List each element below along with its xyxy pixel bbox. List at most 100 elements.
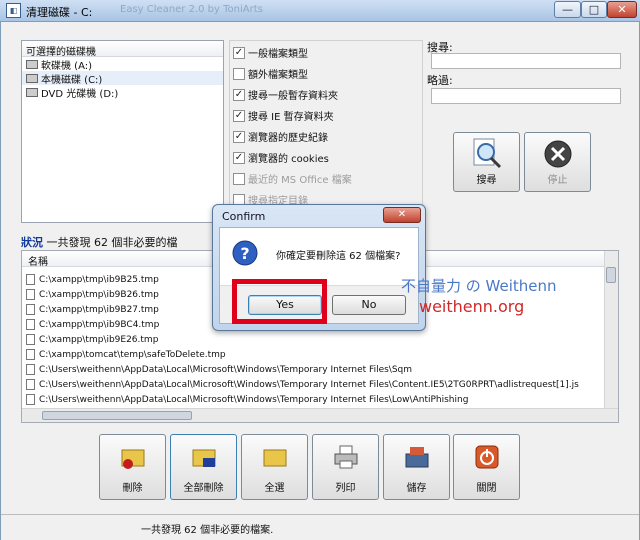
checkbox[interactable]: ✓ xyxy=(233,88,245,101)
file-path: C:\xampp\tomcat\temp\safeToDelete.tmp xyxy=(39,349,226,360)
file-path: C:\Users\weithenn\AppData\Local\Microsof… xyxy=(39,394,469,405)
maximize-button[interactable]: □ xyxy=(581,1,607,18)
save-button[interactable]: 儲存 xyxy=(383,434,450,500)
close-window-button[interactable]: ✕ xyxy=(607,1,637,18)
delete-all-button[interactable]: 全部刪除 xyxy=(170,434,237,500)
folder-delete-all-icon xyxy=(192,449,216,467)
watermark-line2: weithenn.org xyxy=(419,297,525,316)
delete-all-button-label: 全部刪除 xyxy=(183,483,224,494)
option-extra-types[interactable]: 額外檔案類型 xyxy=(233,66,308,81)
minimize-button[interactable]: — xyxy=(554,1,581,18)
no-button[interactable]: No xyxy=(332,295,406,315)
option-general-types[interactable]: ✓ 一般檔案類型 xyxy=(233,45,308,60)
close-button[interactable]: 關閉 xyxy=(453,434,520,500)
search-input[interactable] xyxy=(431,53,621,69)
dialog-title: Confirm xyxy=(222,210,266,223)
checkbox[interactable]: ✓ xyxy=(233,46,245,59)
file-row[interactable]: C:\Users\weithenn\AppData\Local\Microsof… xyxy=(26,362,412,377)
checkbox[interactable]: ✓ xyxy=(233,151,245,164)
drive-item-d[interactable]: DVD 光碟機 (D:) xyxy=(22,85,223,100)
file-icon xyxy=(26,349,35,360)
drive-item-a[interactable]: 軟碟機 (A:) xyxy=(22,57,223,72)
print-button[interactable]: 列印 xyxy=(312,434,379,500)
skip-input[interactable] xyxy=(431,88,621,104)
option-office-recent[interactable]: 最近的 MS Office 檔案 xyxy=(233,171,352,186)
checkbox[interactable]: ✓ xyxy=(233,109,245,122)
drive-label: DVD 光碟機 (D:) xyxy=(41,88,119,100)
option-label: 額外檔案類型 xyxy=(248,70,308,81)
status-bar: 一共發現 62 個非必要的檔案. xyxy=(1,514,639,540)
title-bar: ◧ 清理磁碟 - C: Easy Cleaner 2.0 by ToniArts… xyxy=(0,0,640,22)
dialog-message: 你確定要刪除這 62 個檔案? xyxy=(276,251,401,262)
hard-drive-icon xyxy=(26,73,38,83)
print-button-label: 列印 xyxy=(335,483,356,494)
option-temp-folders[interactable]: ✓ 搜尋一般暫存資料夾 xyxy=(233,87,338,102)
drive-item-c[interactable]: 本機磁碟 (C:) xyxy=(22,71,223,86)
file-row[interactable]: C:\xampp\tmp\ib9E26.tmp xyxy=(26,332,158,347)
file-icon xyxy=(26,334,35,345)
file-path: C:\Users\weithenn\AppData\Local\Microsof… xyxy=(39,364,413,375)
file-icon xyxy=(26,319,35,330)
window-title-faded: Easy Cleaner 2.0 by ToniArts xyxy=(120,4,263,15)
search-button-label: 搜尋 xyxy=(476,175,497,186)
printer-icon xyxy=(334,445,358,469)
search-button[interactable]: 搜尋 xyxy=(453,132,520,192)
file-path: C:\xampp\tmp\ib9E26.tmp xyxy=(39,334,159,345)
folder-select-icon xyxy=(263,449,287,467)
scroll-thumb[interactable] xyxy=(42,411,192,420)
skip-label: 略過: xyxy=(427,74,453,87)
scroll-thumb[interactable] xyxy=(606,267,616,283)
watermark-line1: 不自量力 の Weithenn xyxy=(401,277,557,295)
status-summary: 一共發現 62 個非必要的檔 xyxy=(46,236,178,249)
drive-label: 軟碟機 (A:) xyxy=(41,60,93,72)
file-icon xyxy=(26,379,35,390)
file-row[interactable]: C:\xampp\tomcat\temp\safeToDelete.tmp xyxy=(26,347,226,362)
drives-list[interactable]: 可選擇的磁碟機 軟碟機 (A:) 本機磁碟 (C:) DVD 光碟機 (D:) xyxy=(21,40,224,223)
delete-button[interactable]: 刪除 xyxy=(99,434,166,500)
files-horizontal-scrollbar[interactable] xyxy=(22,408,618,422)
status-key: 狀況 xyxy=(21,236,43,249)
file-row[interactable]: C:\xampp\tmp\ib9B27.tmp xyxy=(26,302,159,317)
option-ie-temp[interactable]: ✓ 搜尋 IE 暫存資料夾 xyxy=(233,108,334,123)
file-path: C:\xampp\tmp\ib9B27.tmp xyxy=(39,304,159,315)
app-icon: ◧ xyxy=(6,3,21,18)
question-icon: ? xyxy=(232,240,258,266)
option-label: 最近的 MS Office 檔案 xyxy=(248,175,352,186)
delete-button-label: 刪除 xyxy=(122,483,143,494)
status-heading: 狀況 一共發現 62 個非必要的檔 xyxy=(21,234,178,250)
file-row[interactable]: C:\xampp\tmp\ib9B25.tmp xyxy=(26,272,159,287)
svg-text:?: ? xyxy=(240,244,249,263)
checkbox[interactable] xyxy=(233,67,245,80)
dialog-close-button[interactable]: ✕ xyxy=(383,207,421,223)
file-path: C:\xampp\tmp\ib9B26.tmp xyxy=(39,289,159,300)
file-path: C:\xampp\tmp\ib9BC4.tmp xyxy=(39,319,160,330)
checkbox[interactable]: ✓ xyxy=(233,130,245,143)
select-all-button[interactable]: 全選 xyxy=(241,434,308,500)
floppy-drive-icon xyxy=(26,59,38,69)
save-button-label: 儲存 xyxy=(406,483,427,494)
option-label: 搜尋一般暫存資料夾 xyxy=(248,91,338,102)
power-icon xyxy=(475,445,499,469)
file-row[interactable]: C:\xampp\tmp\ib9BC4.tmp xyxy=(26,317,159,332)
checkbox[interactable] xyxy=(233,172,245,185)
stop-button-label: 停止 xyxy=(547,175,568,186)
file-row[interactable]: C:\Users\weithenn\AppData\Local\Microsof… xyxy=(26,377,579,392)
file-icon xyxy=(26,394,35,405)
file-row[interactable]: C:\Users\weithenn\AppData\Local\Microsof… xyxy=(26,392,468,407)
file-row[interactable]: C:\xampp\tmp\ib9B26.tmp xyxy=(26,287,159,302)
save-disk-icon xyxy=(405,447,429,468)
option-label: 瀏覽器的 cookies xyxy=(248,154,329,165)
file-icon xyxy=(26,274,35,285)
close-button-label: 關閉 xyxy=(476,483,497,494)
files-vertical-scrollbar[interactable] xyxy=(604,251,618,409)
dvd-drive-icon xyxy=(26,87,38,97)
select-all-button-label: 全選 xyxy=(264,483,285,494)
file-icon xyxy=(26,304,35,315)
magnifier-icon xyxy=(473,138,502,169)
option-label: 瀏覽器的歷史紀錄 xyxy=(248,133,328,144)
option-cookies[interactable]: ✓ 瀏覽器的 cookies xyxy=(233,150,329,165)
option-history[interactable]: ✓ 瀏覽器的歷史紀錄 xyxy=(233,129,328,144)
drives-header: 可選擇的磁碟機 xyxy=(22,41,223,58)
stop-button[interactable]: 停止 xyxy=(524,132,591,192)
cleanup-options: ✓ 一般檔案類型 額外檔案類型 ✓ 搜尋一般暫存資料夾 ✓ 搜尋 IE 暫存資料夾 ✓… xyxy=(229,40,423,223)
